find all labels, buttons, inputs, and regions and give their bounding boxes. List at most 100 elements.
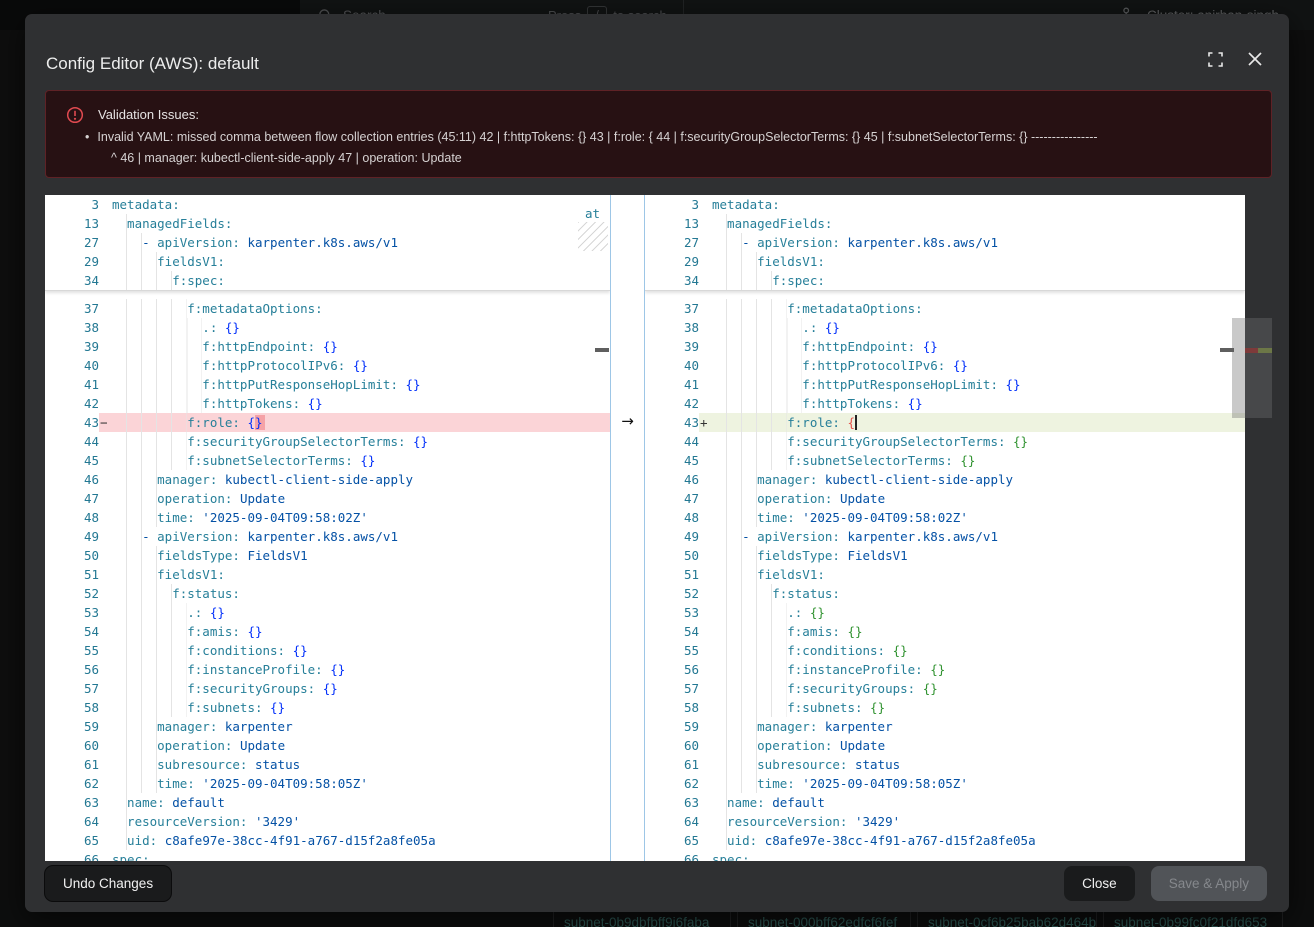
diff-sign (699, 584, 712, 603)
revert-diff-arrow-button[interactable]: → (611, 412, 644, 431)
indent-guides (712, 812, 727, 831)
diff-sign (99, 451, 112, 470)
line-number: 53 (645, 603, 699, 622)
diff-sign (699, 660, 712, 679)
code-line: 41f:httpPutResponseHopLimit: {} (645, 375, 1245, 394)
indent-guides (112, 375, 202, 394)
line-number: 58 (645, 698, 699, 717)
code-text: fieldsV1: (112, 565, 610, 584)
code-text: spec: (112, 850, 610, 861)
vertical-scrollbar[interactable] (1232, 318, 1245, 418)
code-line: 56f:instanceProfile: {} (645, 660, 1245, 679)
sticky-scroll-header: 3metadata:13managedFields:27- apiVersion… (645, 195, 1245, 291)
indent-guides (712, 337, 802, 356)
code-text: f:conditions: {} (712, 641, 1245, 660)
modal-footer: Undo Changes Close Save & Apply (25, 861, 1289, 912)
indent-guides (112, 565, 157, 584)
diff-sign (99, 375, 112, 394)
minimap-slider[interactable] (1245, 318, 1272, 418)
code-text: - apiVersion: karpenter.k8s.aws/v1 (112, 233, 610, 252)
code-line: 60operation: Update (645, 736, 1245, 755)
indent-guides (712, 546, 757, 565)
code-line: 50fieldsType: FieldsV1 (645, 546, 1245, 565)
indent-guides (712, 375, 802, 394)
fullscreen-button[interactable] (1202, 46, 1228, 72)
indent-guides (112, 318, 202, 337)
line-number: 44 (45, 432, 99, 451)
line-number: 55 (645, 641, 699, 660)
code-line: 66spec: (645, 850, 1245, 861)
code-text: - apiVersion: karpenter.k8s.aws/v1 (712, 527, 1245, 546)
diff-sign (99, 850, 112, 861)
code-text: uid: c8afe97e-38cc-4f91-a767-d15f2a8fe05… (712, 831, 1245, 850)
code-text: - apiVersion: karpenter.k8s.aws/v1 (112, 527, 610, 546)
line-number: 64 (45, 812, 99, 831)
line-number: 65 (45, 831, 99, 850)
diff-sign (699, 679, 712, 698)
diff-sign (699, 356, 712, 375)
undo-changes-button[interactable]: Undo Changes (45, 866, 171, 901)
diff-sign (699, 717, 712, 736)
diff-sign (99, 299, 112, 318)
diff-sign (699, 546, 712, 565)
code-line: 55f:conditions: {} (45, 641, 610, 660)
save-apply-button[interactable]: Save & Apply (1151, 866, 1267, 901)
code-text: f:amis: {} (112, 622, 610, 641)
code-text: operation: Update (712, 489, 1245, 508)
line-number: 56 (45, 660, 99, 679)
indent-guides (712, 622, 787, 641)
diff-sign (99, 565, 112, 584)
line-number: 48 (645, 508, 699, 527)
diff-sign (99, 318, 112, 337)
code-area[interactable]: 37f:metadataOptions:38.: {}39f:httpEndpo… (45, 291, 610, 861)
code-text: operation: Update (712, 736, 1245, 755)
code-line: 63name: default (645, 793, 1245, 812)
line-number: 47 (45, 489, 99, 508)
code-text: f:httpProtocolIPv6: {} (712, 356, 1245, 375)
diff-sign (699, 508, 712, 527)
diff-pane-modified[interactable]: 3metadata:13managedFields:27- apiVersion… (645, 195, 1245, 861)
indent-guides (712, 413, 787, 432)
code-line: 42f:httpTokens: {} (45, 394, 610, 413)
code-text: f:role: { (712, 413, 1245, 432)
code-line: 45f:subnetSelectorTerms: {} (645, 451, 1245, 470)
line-number: 46 (645, 470, 699, 489)
code-text: f:conditions: {} (112, 641, 610, 660)
diff-sign (99, 546, 112, 565)
code-line: 65uid: c8afe97e-38cc-4f91-a767-d15f2a8fe… (645, 831, 1245, 850)
indent-guides (112, 252, 157, 271)
indent-guides (112, 271, 172, 290)
diff-pane-original[interactable]: 3metadata:13managedFields:27- apiVersion… (45, 195, 610, 861)
code-text: manager: kubectl-client-side-apply (112, 470, 610, 489)
modal-header: Config Editor (AWS): default (25, 14, 1289, 90)
overview-ruler-mark (595, 348, 609, 352)
close-button[interactable]: Close (1064, 866, 1135, 901)
code-text: f:httpEndpoint: {} (712, 337, 1245, 356)
line-number: 29 (645, 252, 699, 271)
diff-sign (699, 375, 712, 394)
sticky-line: 29fieldsV1: (45, 252, 610, 271)
indent-guides (712, 603, 787, 622)
indent-guides (712, 318, 802, 337)
code-area[interactable]: 37f:metadataOptions:38.: {}39f:httpEndpo… (645, 291, 1245, 861)
line-number: 41 (645, 375, 699, 394)
indent-guides (712, 489, 757, 508)
code-text: time: '2025-09-04T09:58:05Z' (712, 774, 1245, 793)
code-text: f:securityGroupSelectorTerms: {} (712, 432, 1245, 451)
line-number: 52 (45, 584, 99, 603)
code-line: 57f:securityGroups: {} (45, 679, 610, 698)
close-icon[interactable] (1242, 46, 1268, 72)
line-number: 37 (645, 299, 699, 318)
line-number: 43 (45, 413, 99, 432)
code-line: 61subresource: status (45, 755, 610, 774)
code-line: 51fieldsV1: (645, 565, 1245, 584)
indent-guides (712, 214, 727, 233)
code-text: f:subnets: {} (112, 698, 610, 717)
diff-sign (99, 432, 112, 451)
diff-sign (99, 584, 112, 603)
clipped-text-fragment: at (585, 206, 600, 221)
line-number: 40 (645, 356, 699, 375)
code-text: name: default (712, 793, 1245, 812)
indent-guides (112, 641, 187, 660)
code-line: 61subresource: status (645, 755, 1245, 774)
